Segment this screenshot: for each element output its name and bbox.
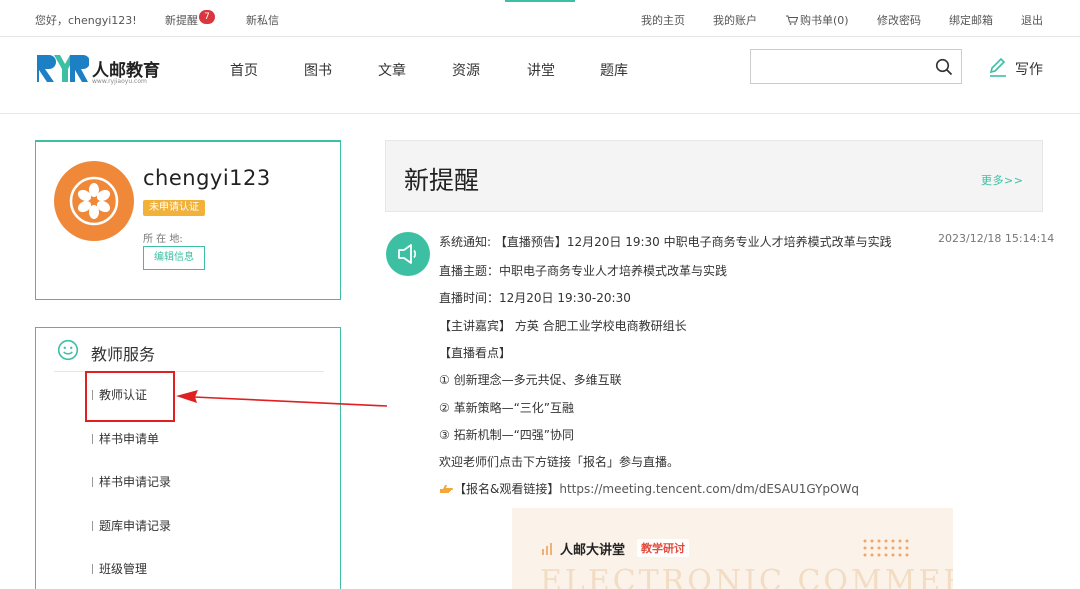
my-home-link[interactable]: 我的主页	[641, 12, 685, 28]
signup-link-url[interactable]: https://meeting.tencent.com/dm/dESAU1GYp…	[559, 482, 859, 496]
service-item-class-management[interactable]: 班级管理	[92, 560, 147, 577]
smile-icon	[57, 339, 79, 361]
bars-icon	[542, 543, 552, 555]
item-marker	[92, 521, 93, 531]
service-item-sample-records[interactable]: 样书申请记录	[92, 473, 171, 490]
cert-status-badge: 未申请认证	[143, 200, 205, 216]
poster-title: 人邮大讲堂	[560, 543, 626, 558]
signup-link-line: 【报名&观看链接】https://meeting.tencent.com/dm/…	[439, 480, 859, 497]
cart-icon	[786, 15, 798, 25]
message-line: 欢迎老师们点击下方链接「报名」参与直播。	[439, 455, 680, 469]
nav-question-bank[interactable]: 题库	[600, 60, 628, 80]
top-bar: 您好，chengyi123! 新提醒 7 新私信 我的主页 我的账户 购书单(0…	[0, 0, 1080, 37]
site-logo[interactable]: 人邮教育 www.ryjiaoyu.com	[35, 51, 170, 87]
service-item-label: 班级管理	[99, 562, 148, 576]
notices-title: 新提醒	[404, 166, 480, 195]
nav-lecture-hall[interactable]: 讲堂	[527, 60, 555, 80]
message-line: 直播时间：12月20日 19:30-20:30	[439, 291, 631, 305]
nav-home[interactable]: 首页	[230, 60, 258, 80]
item-marker	[92, 434, 93, 444]
notices-header: 新提醒 更多>>	[385, 140, 1043, 212]
nav-resources[interactable]: 资源	[452, 60, 480, 80]
header: 人邮教育 www.ryjiaoyu.com 首页 图书 文章 资源 讲堂 题库 …	[0, 37, 1080, 114]
service-item-sample-request[interactable]: 样书申请单	[92, 430, 159, 447]
search-icon[interactable]	[935, 58, 953, 76]
message-line[interactable]: 系统通知: 【直播预告】12月20日 19:30 中职电子商务专业人才培养模式改…	[439, 233, 892, 250]
logo-mark-icon	[37, 55, 89, 82]
event-poster-image[interactable]: 人邮大讲堂 教学研讨 ELECTRONIC COMMERCE	[512, 508, 953, 589]
message-line: 【主讲嘉宾】 方英 合肥工业学校电商教研组长	[439, 319, 687, 333]
item-marker	[92, 564, 93, 574]
pen-icon	[989, 57, 1006, 77]
message-line: 【直播看点】	[439, 346, 512, 360]
location-label: 所 在 地:	[143, 234, 183, 245]
write-label: 写作	[1015, 62, 1043, 78]
more-link[interactable]: 更多>>	[981, 172, 1023, 188]
new-reminder-link[interactable]: 新提醒	[165, 12, 198, 28]
avatar-flower-icon	[69, 176, 119, 226]
message-date: 2023/12/18 15:14:14	[938, 232, 1055, 245]
search-input[interactable]	[751, 50, 921, 83]
greeting-text: 您好，chengyi123!	[35, 14, 137, 27]
message-line: ① 创新理念—多元共促、多维互联	[439, 373, 622, 387]
nav-books[interactable]: 图书	[304, 60, 332, 80]
item-marker	[92, 477, 93, 487]
bind-email-link[interactable]: 绑定邮箱	[949, 12, 993, 28]
poster-watermark-text: ELECTRONIC COMMERCE	[540, 564, 953, 589]
service-item-label: 样书申请单	[99, 432, 160, 446]
cart-link[interactable]: 购书单(0)	[786, 12, 849, 28]
annotation-highlight-box	[85, 371, 175, 422]
change-password-link[interactable]: 修改密码	[877, 12, 921, 28]
profile-card: chengyi123 未申请认证 所 在 地: 编辑信息	[35, 140, 341, 300]
teacher-service-panel: 教师服务 教师认证 样书申请单 样书申请记录 题库申请记录 班级管理	[35, 327, 341, 589]
profile-username: chengyi123	[143, 166, 271, 190]
message-line: ③ 拓新机制—“四强”协同	[439, 428, 575, 442]
message-line: 直播主题：中职电子商务专业人才培养模式改革与实践	[439, 264, 728, 278]
nav-articles[interactable]: 文章	[378, 60, 406, 80]
message-line: ② 革新策略—“三化”互融	[439, 401, 575, 415]
pointing-hand-icon	[440, 485, 453, 493]
annotation-arrow-icon	[176, 390, 388, 407]
signup-link-label: 【报名&观看链接】	[454, 482, 560, 496]
new-message-link[interactable]: 新私信	[246, 12, 279, 28]
service-item-label: 样书申请记录	[99, 475, 172, 489]
teacher-service-title: 教师服务	[91, 345, 156, 364]
accent-line	[505, 0, 575, 2]
edit-info-button[interactable]: 编辑信息	[143, 246, 205, 270]
dots-decoration-icon	[863, 539, 909, 557]
my-account-link[interactable]: 我的账户	[713, 12, 757, 28]
reminder-count-badge: 7	[199, 10, 215, 24]
service-item-label: 题库申请记录	[99, 519, 172, 533]
speaker-icon	[386, 232, 430, 276]
service-item-question-records[interactable]: 题库申请记录	[92, 517, 171, 534]
logo-url-text: www.ryjiaoyu.com	[92, 78, 147, 85]
search-box	[750, 49, 962, 84]
logout-link[interactable]: 退出	[1021, 12, 1043, 28]
cart-label: 购书单(0)	[800, 14, 849, 27]
poster-tag: 教学研讨	[637, 539, 689, 557]
avatar[interactable]	[54, 161, 134, 241]
